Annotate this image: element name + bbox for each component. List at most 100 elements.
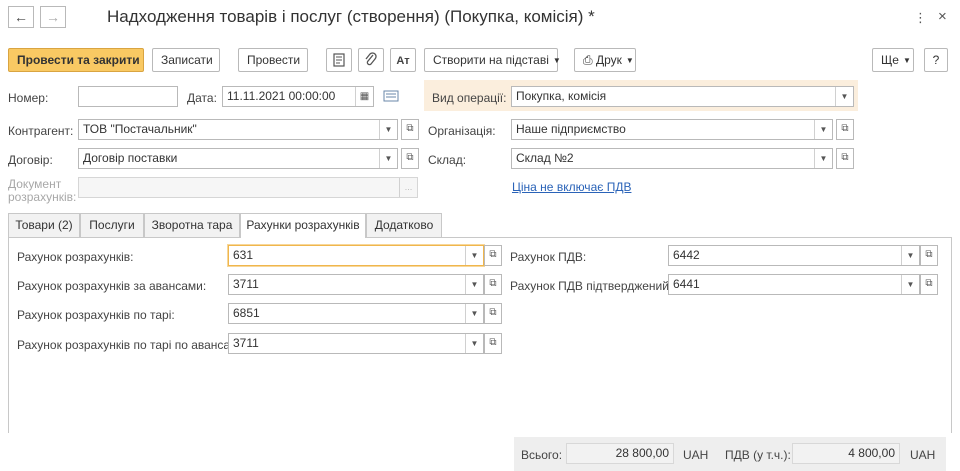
open-vat-account-button[interactable]: ⧉ xyxy=(920,245,938,266)
print-button[interactable]: ⎙ Друк ▼ xyxy=(574,48,636,72)
settlement-account-label: Рахунок розрахунків: xyxy=(17,250,134,264)
caret-down-icon[interactable]: ▼ xyxy=(465,334,483,353)
tab-additional[interactable]: Додатково xyxy=(366,213,442,237)
date-input[interactable]: 11.11.2021 00:00:00 ▦ xyxy=(222,86,374,107)
advance-account-select[interactable]: 3711 ▼ xyxy=(228,274,484,295)
caret-down-icon[interactable]: ▼ xyxy=(465,275,483,294)
total-currency: UAH xyxy=(683,448,709,462)
contract-value: Договір поставки xyxy=(83,151,178,165)
vat-account-value: 6442 xyxy=(673,248,700,262)
organization-value: Наше підприємство xyxy=(516,122,626,136)
more-label: Ще xyxy=(881,53,899,67)
vat-confirmed-account-select[interactable]: 6441 ▼ xyxy=(668,274,920,295)
open-icon: ⧉ xyxy=(489,249,497,260)
post-and-close-button[interactable]: Провести та закрити xyxy=(8,48,144,72)
forward-button[interactable]: → xyxy=(40,6,66,28)
caret-down-icon[interactable]: ▼ xyxy=(379,120,397,139)
help-button[interactable]: ? xyxy=(924,48,948,72)
vat-total-amount: 4 800,00 xyxy=(792,443,900,464)
open-icon: ⧉ xyxy=(406,123,414,134)
open-icon: ⧉ xyxy=(489,307,497,318)
tare-account-value: 6851 xyxy=(233,306,260,320)
print-label: Друк xyxy=(595,53,622,67)
contract-label: Договір: xyxy=(8,153,53,167)
caret-down-icon[interactable]: ▼ xyxy=(465,304,483,323)
settlement-account-value: 631 xyxy=(233,248,254,262)
counterparty-value: ТОВ "Постачальник" xyxy=(83,122,197,136)
caret-down-icon[interactable]: ▼ xyxy=(814,149,832,168)
tab-settlement-accounts[interactable]: Рахунки розрахунків xyxy=(240,213,366,238)
tare-advance-account-select[interactable]: 3711 ▼ xyxy=(228,333,484,354)
price-excludes-vat-link[interactable]: Ціна не включає ПДВ xyxy=(512,180,631,194)
tab-goods[interactable]: Товари (2) xyxy=(8,213,80,237)
contract-select[interactable]: Договір поставки ▼ xyxy=(78,148,398,169)
dt-kt-button[interactable]: Ат xyxy=(390,48,416,72)
open-icon: ⧉ xyxy=(489,337,497,348)
date-value: 11.11.2021 00:00:00 xyxy=(227,89,336,103)
organization-select[interactable]: Наше підприємство ▼ xyxy=(511,119,833,140)
create-based-on-button[interactable]: Створити на підставі ▼ xyxy=(424,48,561,72)
caret-down-icon: ▼ xyxy=(625,56,634,65)
caret-down-icon[interactable]: ▼ xyxy=(901,275,919,294)
open-vat-confirmed-account-button[interactable]: ⧉ xyxy=(920,274,938,295)
vat-total-label: ПДВ (у т.ч.): xyxy=(725,448,791,462)
open-warehouse-button[interactable]: ⧉ xyxy=(836,148,854,169)
calendar-icon[interactable]: ▦ xyxy=(355,87,373,106)
create-based-on-label: Створити на підставі xyxy=(433,53,549,67)
printer-icon: ⎙ xyxy=(583,53,593,67)
warehouse-select[interactable]: Склад №2 ▼ xyxy=(511,148,833,169)
calculator-icon[interactable] xyxy=(383,89,399,103)
close-icon[interactable]: × xyxy=(938,8,947,25)
caret-down-icon[interactable]: ▼ xyxy=(814,120,832,139)
open-settlement-account-button[interactable]: ⧉ xyxy=(484,245,502,266)
operation-type-label: Вид операції: xyxy=(432,91,507,105)
total-amount: 28 800,00 xyxy=(566,443,674,464)
open-tare-advance-account-button[interactable]: ⧉ xyxy=(484,333,502,354)
vat-account-select[interactable]: 6442 ▼ xyxy=(668,245,920,266)
open-icon: ⧉ xyxy=(489,278,497,289)
settlement-account-select[interactable]: 631 ▼ xyxy=(228,245,484,266)
operation-type-select[interactable]: Покупка, комісія ▼ xyxy=(511,86,854,107)
open-contract-button[interactable]: ⧉ xyxy=(401,148,419,169)
number-input[interactable] xyxy=(78,86,178,107)
journal-button[interactable] xyxy=(326,48,352,72)
advance-account-value: 3711 xyxy=(233,277,259,291)
open-advance-account-button[interactable]: ⧉ xyxy=(484,274,502,295)
tare-account-select[interactable]: 6851 ▼ xyxy=(228,303,484,324)
open-counterparty-button[interactable]: ⧉ xyxy=(401,119,419,140)
open-icon: ⧉ xyxy=(925,249,933,260)
tab-returnable-packaging[interactable]: Зворотна тара xyxy=(144,213,240,237)
date-label: Дата: xyxy=(187,91,217,105)
caret-down-icon[interactable]: ▼ xyxy=(901,246,919,265)
tare-advance-account-value: 3711 xyxy=(233,336,259,350)
counterparty-label: Контрагент: xyxy=(8,124,74,138)
open-tare-account-button[interactable]: ⧉ xyxy=(484,303,502,324)
tare-account-label: Рахунок розрахунків по тарі: xyxy=(17,308,175,322)
open-icon: ⧉ xyxy=(925,278,933,289)
window-title: Надходження товарів і послуг (створення)… xyxy=(107,7,595,26)
caret-down-icon[interactable]: ▼ xyxy=(465,246,483,265)
dt-kt-icon: Ат xyxy=(396,55,410,67)
caret-down-icon[interactable]: ▼ xyxy=(835,87,853,106)
ellipsis-icon: … xyxy=(399,178,417,197)
vat-confirmed-account-value: 6441 xyxy=(673,277,700,291)
open-organization-button[interactable]: ⧉ xyxy=(836,119,854,140)
save-button[interactable]: Записати xyxy=(152,48,220,72)
vat-account-label: Рахунок ПДВ: xyxy=(510,250,587,264)
caret-down-icon[interactable]: ▼ xyxy=(379,149,397,168)
journal-icon xyxy=(333,53,345,67)
counterparty-select[interactable]: ТОВ "Постачальник" ▼ xyxy=(78,119,398,140)
tab-services[interactable]: Послуги xyxy=(80,213,144,237)
back-button[interactable]: ← xyxy=(8,6,34,28)
more-actions-button[interactable]: Ще ▼ xyxy=(872,48,914,72)
more-menu-icon[interactable]: ⋮ xyxy=(914,10,927,26)
attach-button[interactable] xyxy=(358,48,384,72)
number-label: Номер: xyxy=(8,91,49,105)
caret-down-icon: ▼ xyxy=(902,56,911,65)
vat-confirmed-account-label: Рахунок ПДВ підтверджений: xyxy=(510,279,673,293)
total-label: Всього: xyxy=(521,448,563,462)
open-icon: ⧉ xyxy=(841,123,849,134)
settlement-document-label: Документ розрахунків: xyxy=(8,178,76,204)
arrow-left-icon: ← xyxy=(14,9,28,25)
post-button[interactable]: Провести xyxy=(238,48,308,72)
